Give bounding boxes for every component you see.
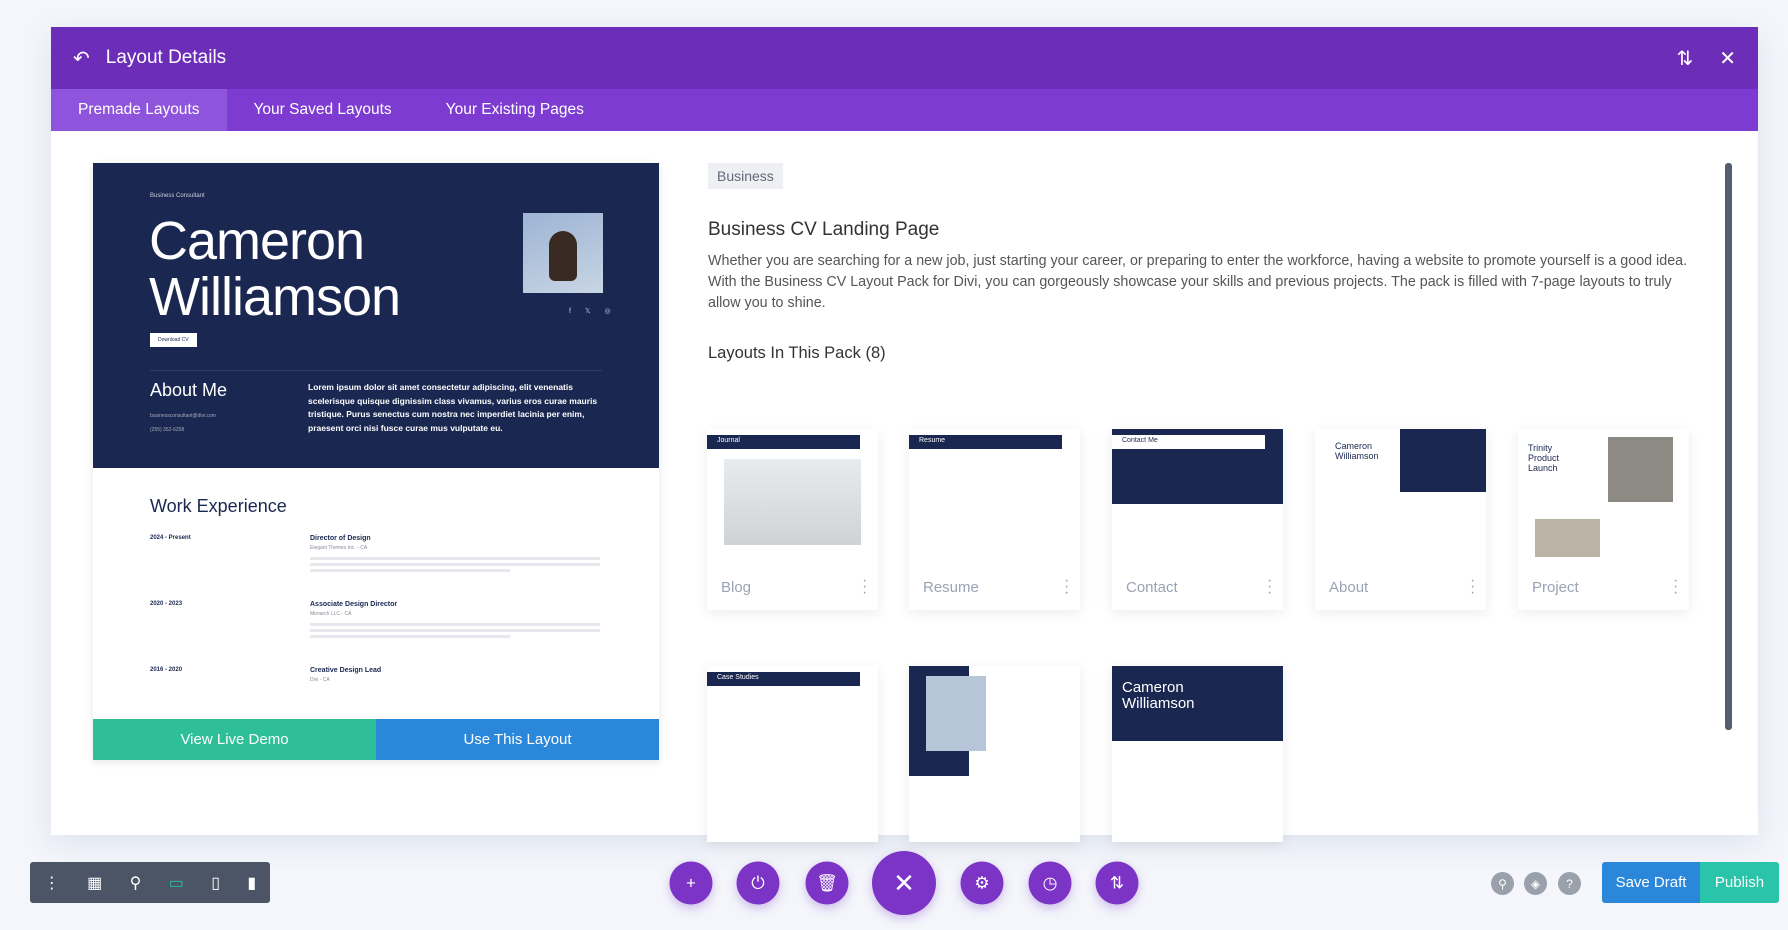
layout-thumbnail: Trinity Product Launch [1518,429,1689,569]
portability-icon[interactable]: ⇅ [1095,861,1139,905]
layout-info: Business Business CV Landing Page Whethe… [708,163,1698,363]
layout-thumbnail: Contact Me [1112,429,1283,569]
about-text: Lorem ipsum dolor sit amet consectetur a… [308,382,598,433]
job-role: Associate Design Director [310,601,398,608]
layout-card[interactable]: Cameron Williamson [909,666,1080,842]
social-icons: f 𝕏 ◎ [569,308,617,315]
layout-title: Business CV Landing Page [708,219,940,240]
layout-thumbnail: Journal [707,429,878,569]
view-toolbar: ⋮ ▦ ⚲ ▭ ▯ ▮ [30,862,270,903]
profile-photo [523,213,603,293]
sort-arrows-icon[interactable]: ⇅ [1676,46,1693,71]
layout-thumbnail: Cameron Williamson [909,666,1080,806]
wireframe-icon[interactable]: ▦ [87,873,102,893]
tablet-icon[interactable]: ▯ [211,873,220,893]
job-company: Monarch LLC - CA [310,611,352,617]
divider [150,370,602,371]
job-role: Creative Design Lead [310,667,382,674]
tab-bar: Premade Layouts Your Saved Layouts Your … [51,89,1758,131]
more-options-icon[interactable]: · · · [1064,573,1069,601]
layout-card[interactable]: Resume Resume · · · [909,429,1080,610]
layers-icon[interactable]: ◈ [1524,872,1547,895]
tab-premade-layouts[interactable]: Premade Layouts [51,89,227,131]
layout-card-label: Blog [721,579,752,596]
tab-saved-layouts[interactable]: Your Saved Layouts [227,89,419,131]
layouts-heading: Layouts In This Pack (8) [708,344,886,362]
layout-details-modal: ↶ Layout Details ⇅ ✕ Premade Layouts You… [51,27,1758,842]
preview-email: businessconsultant@divi.com [150,413,216,419]
phone-icon[interactable]: ▮ [247,873,256,893]
layout-card[interactable]: Journal Blog · · · [707,429,878,610]
layout-thumbnail: Resume [909,429,1080,569]
about-heading: About Me [150,380,228,400]
more-options-icon[interactable]: · · · [862,573,867,601]
layout-card-label: Project [1532,579,1579,596]
close-builder-icon[interactable]: ✕ [872,851,936,915]
layout-card[interactable]: Contact Me Contact · · · [1112,429,1283,610]
preview-subtitle: Business Consultant [150,193,205,199]
add-icon[interactable]: + [669,861,713,905]
preview-hero: Business Consultant Cameron Williamson D… [93,163,659,468]
view-live-demo-button[interactable]: View Live Demo [93,719,376,760]
modal-header: ↶ Layout Details ⇅ ✕ [51,27,1758,89]
job-years: 2016 - 2020 [150,667,183,673]
download-cv-button: Download CV [150,333,197,347]
job-entry: 2024 - Present Director of Design Elegant … [150,535,602,575]
thumbnail-heading: Resume [909,435,1062,449]
job-entry: 2016 - 2020 Creative Design Lead Divi - CA [150,667,602,689]
more-options-icon[interactable]: · · · [1267,573,1272,601]
work-heading: Work Experience [150,496,287,516]
help-icon[interactable]: ? [1558,872,1581,895]
job-years: 2024 - Present [150,535,191,541]
more-options-icon[interactable]: · · · [1470,573,1475,601]
thumbnail-heading: Cameron Williamson [1122,679,1195,712]
save-draft-button[interactable]: Save Draft [1602,862,1700,903]
preview-name: Cameron Williamson [149,211,401,327]
gear-icon[interactable]: ⚙ [960,861,1004,905]
close-icon[interactable]: ✕ [1719,46,1736,71]
thumbnail-heading: Contact Me [1112,435,1265,449]
layout-card[interactable]: Cameron Williamson [1112,666,1283,842]
history-icon[interactable]: ◷ [1028,861,1072,905]
work-experience-section: Work Experience 2024 - Present Director o… [93,468,659,760]
more-options-icon[interactable]: · · · [1673,573,1678,601]
thumbnail-heading: Case Studies [707,672,860,686]
job-years: 2020 - 2023 [150,601,183,607]
use-this-layout-button[interactable]: Use This Layout [376,719,659,760]
layout-card[interactable]: Case Studies [707,666,878,842]
thumbnail-heading: Journal [707,435,860,449]
modal-title: Layout Details [105,47,227,68]
trash-icon[interactable]: 🗑 [805,861,849,905]
thumbnail-heading: Cameron Williamson [1335,441,1379,461]
undo-arrow-icon[interactable]: ↶ [73,46,90,71]
job-role: Director of Design [310,535,371,542]
job-company: Divi - CA [310,677,330,683]
layout-description: Whether you are searching for a new job,… [708,253,1688,311]
preview-phone: (255) 352-6258 [150,427,185,433]
layout-thumbnail: Cameron Williamson [1112,666,1283,806]
scrollbar[interactable] [1725,163,1732,730]
tab-existing-pages[interactable]: Your Existing Pages [419,89,611,131]
job-entry: 2020 - 2023 Associate Design Director Mona… [150,601,602,641]
layout-card-label: Contact [1126,579,1178,596]
layout-card[interactable]: Trinity Product Launch Project · · · [1518,429,1689,610]
layout-thumbnail: Cameron Williamson [1315,429,1486,569]
layout-card-label: Resume [923,579,979,596]
layout-card-label: About [1329,579,1369,596]
category-badge[interactable]: Business [708,163,783,189]
publish-button[interactable]: Publish [1700,862,1779,903]
layout-preview: Business Consultant Cameron Williamson D… [93,163,659,760]
zoom-icon[interactable]: ⚲ [130,873,142,893]
job-company: Elegant Themes Inc. - CA [310,545,368,551]
layout-card[interactable]: Cameron Williamson About · · · [1315,429,1486,610]
power-icon[interactable]: ⏻ [736,861,780,905]
layout-thumbnail: Case Studies [707,666,878,806]
thumbnail-heading: Trinity Product Launch [1528,443,1560,473]
search-icon[interactable]: ⚲ [1491,872,1514,895]
menu-dots-icon[interactable]: ⋮ [44,873,60,893]
desktop-icon[interactable]: ▭ [169,873,184,893]
